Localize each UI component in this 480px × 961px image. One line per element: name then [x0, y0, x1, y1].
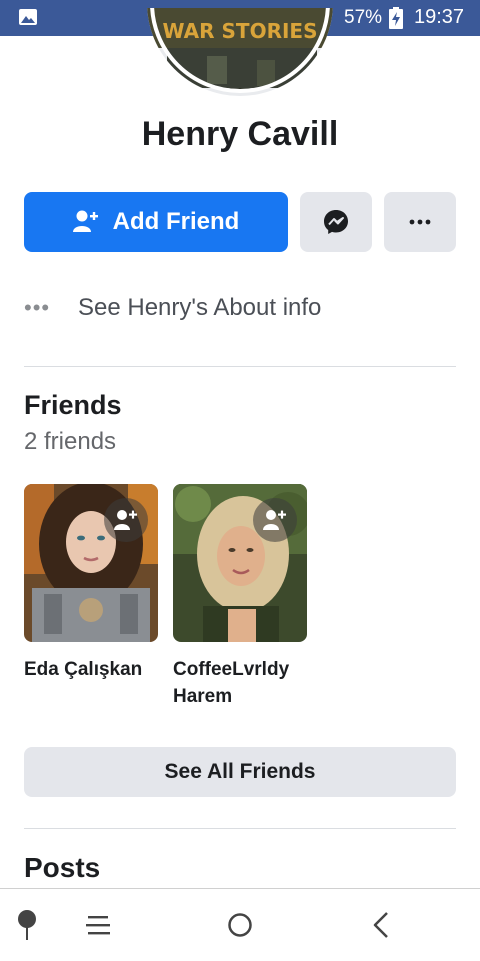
image-icon — [19, 9, 37, 25]
friend-photo[interactable] — [173, 484, 307, 642]
friend-card[interactable]: CoffeeLvrldy Harem — [173, 484, 307, 710]
battery-charging-icon — [389, 7, 403, 29]
divider — [24, 828, 456, 829]
messenger-button[interactable] — [300, 192, 372, 252]
menu-icon[interactable] — [86, 915, 112, 935]
friend-name[interactable]: CoffeeLvrldy Harem — [173, 656, 307, 710]
add-friend-badge[interactable] — [253, 498, 297, 542]
battery-percent: 57% — [344, 7, 383, 28]
add-friend-icon — [114, 510, 137, 530]
profile-picture[interactable]: WAR STORIES — [147, 8, 333, 98]
navigation-bar — [0, 888, 480, 961]
about-info-label: See Henry's About info — [78, 294, 322, 321]
friends-title: Friends — [24, 390, 122, 420]
clock: 19:37 — [414, 6, 465, 28]
back-icon[interactable] — [372, 911, 390, 939]
add-friend-button[interactable]: Add Friend — [24, 192, 288, 252]
friend-photo[interactable] — [24, 484, 158, 642]
divider — [24, 366, 456, 367]
more-options-button[interactable] — [384, 192, 456, 252]
friend-card[interactable]: Eda Çalışkan — [24, 484, 158, 683]
profile-name: Henry Cavill — [141, 115, 339, 153]
messenger-icon — [324, 210, 348, 234]
add-friend-label: Add Friend — [112, 208, 240, 235]
home-circle-icon[interactable] — [227, 912, 253, 938]
more-icon — [409, 219, 431, 225]
friend-name[interactable]: Eda Çalışkan — [24, 656, 158, 683]
add-friend-icon — [72, 210, 98, 232]
pin-icon[interactable] — [16, 909, 38, 941]
svg-text:WAR STORIES: WAR STORIES — [163, 19, 318, 43]
more-dots-icon: ••• — [24, 295, 51, 320]
add-friend-icon — [263, 510, 286, 530]
about-info-link[interactable]: ••• See Henry's About info — [24, 288, 456, 328]
see-all-friends-button[interactable]: See All Friends — [24, 747, 456, 797]
friends-count: 2 friends — [24, 428, 117, 455]
posts-title: Posts — [24, 852, 101, 883]
add-friend-badge[interactable] — [104, 498, 148, 542]
